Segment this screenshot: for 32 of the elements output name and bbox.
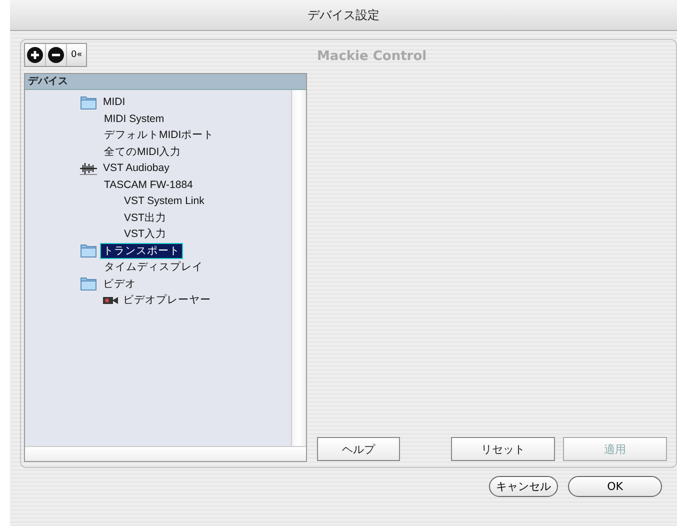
tree-item[interactable]: タイムディスプレイ (101, 259, 206, 276)
tree-item[interactable]: VST System Link (121, 194, 208, 208)
reset-button[interactable]: 0« (67, 44, 86, 66)
folder-icon (80, 276, 97, 292)
tree-item[interactable]: MIDI System (101, 112, 168, 126)
tree-item[interactable]: ビデオ (100, 276, 139, 292)
tree-item[interactable]: ビデオプレーヤー (120, 292, 214, 308)
scrollbar[interactable] (25, 446, 306, 461)
tree-item[interactable]: 全てのMIDI入力 (101, 144, 184, 160)
panel-title: Mackie Control (317, 49, 428, 64)
scrollbar[interactable] (291, 90, 306, 446)
dialog-button[interactable]: OK (568, 476, 662, 497)
panel-button[interactable]: ヘルプ (317, 437, 400, 461)
panel-button[interactable]: リセット (451, 437, 555, 461)
remove-button[interactable] (46, 44, 67, 66)
tree-item[interactable]: TASCAM FW-1884 (101, 178, 196, 192)
folder-icon (80, 243, 97, 258)
minus-icon (48, 47, 64, 63)
waveform-icon (80, 162, 97, 175)
tree-item[interactable]: VST入力 (121, 226, 170, 242)
tree-item[interactable]: VST出力 (121, 210, 170, 226)
column-header: デバイス (25, 74, 306, 90)
folder-icon (80, 94, 97, 110)
tree-item[interactable]: デフォルトMIDIポート (101, 127, 218, 144)
tree-item[interactable]: VST Audiobay (100, 161, 172, 176)
dialog-button[interactable]: キャンセル (489, 476, 558, 497)
add-button[interactable] (25, 44, 46, 66)
plus-icon (27, 47, 43, 63)
tree-item[interactable]: トランスポート (100, 242, 183, 259)
camera-icon (103, 296, 118, 305)
window-title: デバイス設定 (308, 6, 380, 24)
tree-item[interactable]: MIDI (100, 95, 128, 110)
